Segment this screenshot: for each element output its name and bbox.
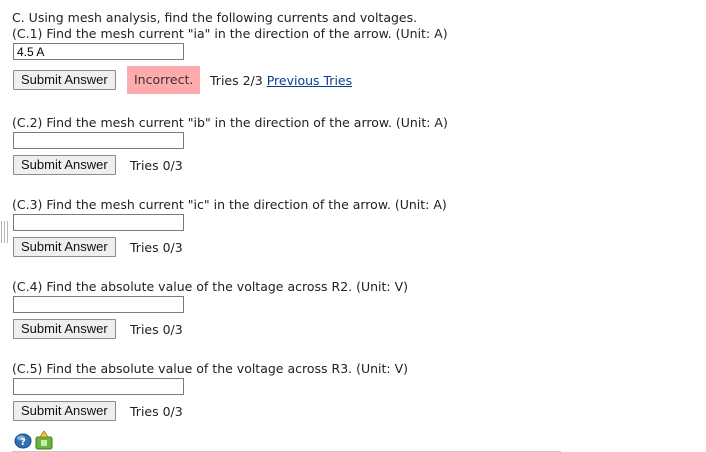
question-c2-prompt: (C.2) Find the mesh current "ib" in the … bbox=[12, 115, 448, 130]
submit-button-c3[interactable]: Submit Answer bbox=[13, 237, 116, 257]
submit-button-c2[interactable]: Submit Answer bbox=[13, 155, 116, 175]
question-c1-prompt: (C.1) Find the mesh current "ia" in the … bbox=[12, 26, 448, 41]
submit-button-c4[interactable]: Submit Answer bbox=[13, 319, 116, 339]
question-c5-prompt: (C.5) Find the absolute value of the vol… bbox=[12, 361, 409, 376]
answer-input-c5[interactable] bbox=[13, 378, 184, 395]
answer-input-c1[interactable] bbox=[13, 43, 184, 60]
question-c3-prompt: (C.3) Find the mesh current "ic" in the … bbox=[12, 197, 447, 212]
answer-input-c3[interactable] bbox=[13, 214, 184, 231]
tries-c4: Tries 0/3 bbox=[130, 322, 183, 337]
tries-c1-count: Tries 2/3 bbox=[210, 73, 263, 88]
tries-c2: Tries 0/3 bbox=[130, 158, 183, 173]
resize-handle[interactable] bbox=[0, 221, 9, 243]
previous-tries-link[interactable]: Previous Tries bbox=[267, 73, 352, 88]
feedback-icon[interactable] bbox=[35, 430, 53, 450]
answer-input-c4[interactable] bbox=[13, 296, 184, 313]
tries-c5: Tries 0/3 bbox=[130, 404, 183, 419]
incorrect-badge: Incorrect. bbox=[127, 66, 201, 94]
question-c4-prompt: (C.4) Find the absolute value of the vol… bbox=[12, 279, 409, 294]
help-icon[interactable]: ? bbox=[14, 431, 32, 449]
svg-text:?: ? bbox=[20, 437, 26, 448]
submit-button-c1[interactable]: Submit Answer bbox=[13, 70, 116, 90]
submit-button-c5[interactable]: Submit Answer bbox=[13, 401, 116, 421]
tries-c1: Tries 2/3 Previous Tries bbox=[210, 73, 352, 88]
answer-input-c2[interactable] bbox=[13, 132, 184, 149]
tries-c3: Tries 0/3 bbox=[130, 240, 183, 255]
section-intro: C. Using mesh analysis, find the followi… bbox=[12, 10, 418, 25]
